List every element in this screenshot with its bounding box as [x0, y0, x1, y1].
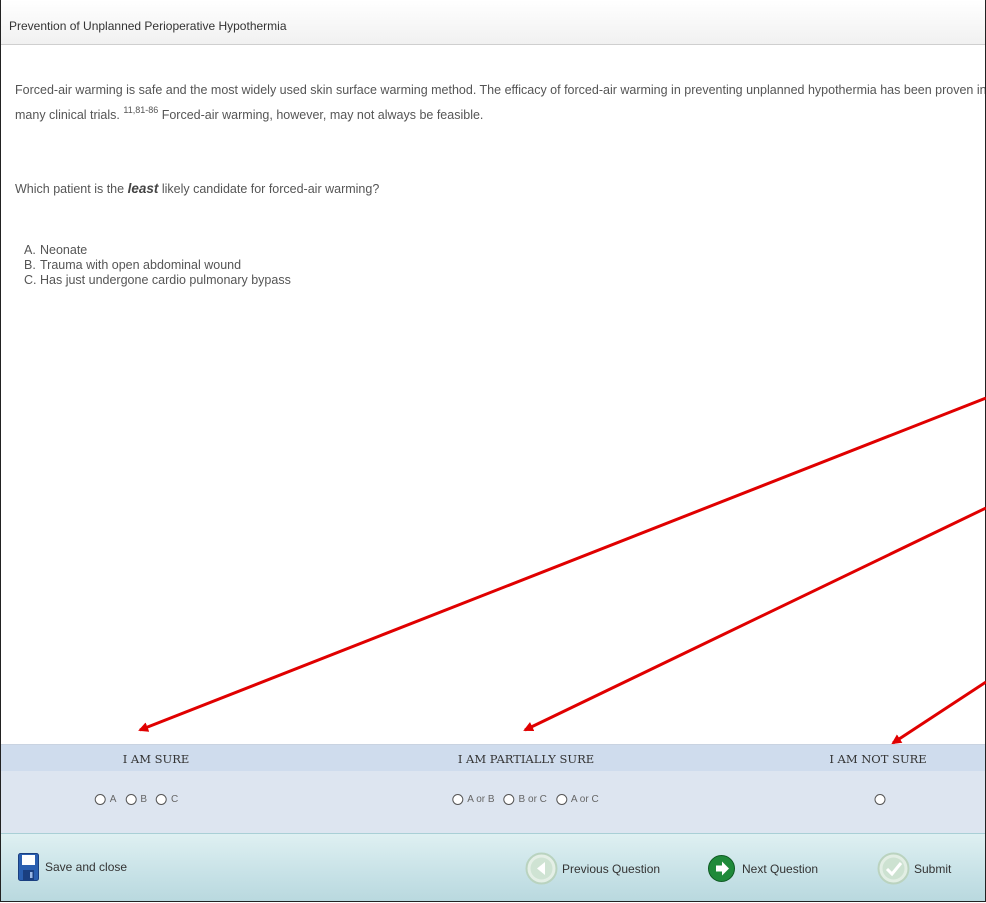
question-suffix: likely candidate for forced-air warming? — [158, 182, 380, 196]
submit-button[interactable]: Submit — [877, 852, 951, 885]
checkmark-circle-icon — [877, 852, 910, 885]
intro-text-part2: Forced-air warming, however, may not alw… — [158, 108, 484, 122]
next-question-label: Next Question — [742, 861, 819, 876]
sure-radio-group: A B C — [94, 794, 188, 805]
question-emphasis: least — [127, 181, 159, 196]
confidence-header: I AM SURE I AM PARTIALLY SURE I AM NOT S… — [1, 745, 985, 771]
radio-sure-a[interactable] — [94, 794, 106, 805]
option-text: Has just undergone cardio pulmonary bypa… — [40, 273, 291, 287]
radio-label: A or C — [570, 794, 599, 805]
question-content: Forced-air warming is safe and the most … — [15, 80, 985, 287]
save-and-close-label: Save and close — [45, 860, 128, 874]
footer-toolbar: Save and close Previous Question Next Qu… — [1, 833, 985, 901]
previous-question-button[interactable]: Previous Question — [525, 852, 660, 885]
option-text: Neonate — [40, 243, 88, 257]
option-letter: A. — [24, 243, 36, 257]
arrow-right-circle-icon — [708, 855, 735, 882]
radio-partial-a-or-c[interactable] — [555, 794, 567, 805]
answer-options-list: A. Neonate B. Trauma with open abdominal w… — [24, 243, 291, 288]
option-item: A. Neonate — [24, 243, 291, 258]
window-title: Prevention of Unplanned Perioperative Hy… — [9, 19, 287, 33]
radio-label: B or C — [518, 794, 547, 805]
quiz-window: Prevention of Unplanned Perioperative Hy… — [0, 0, 986, 902]
option-letter: C. — [24, 273, 37, 287]
radio-label: B — [140, 794, 148, 805]
label-i-am-partially-sure: I AM PARTIALLY SURE — [457, 752, 595, 766]
previous-question-label: Previous Question — [562, 861, 661, 876]
floppy-disk-icon — [18, 853, 39, 881]
radio-partial-a-or-b[interactable] — [452, 794, 464, 805]
label-i-am-not-sure: I AM NOT SURE — [829, 752, 927, 766]
partially-sure-radio-group: A or B B or C A or C — [452, 794, 607, 805]
citation-superscript: 11,81-86 — [123, 105, 159, 115]
radio-label: A — [109, 794, 117, 805]
option-item: B. Trauma with open abdominal wound — [24, 258, 291, 273]
option-item: C. Has just undergone cardio pulmonary by… — [24, 273, 291, 288]
radio-label: A or B — [467, 794, 495, 805]
title-bar: Prevention of Unplanned Perioperative Hy… — [1, 0, 985, 45]
confidence-answer-panel: I AM SURE I AM PARTIALLY SURE I AM NOT S… — [1, 744, 985, 833]
radio-sure-c[interactable] — [156, 794, 168, 805]
intro-paragraph: Forced-air warming is safe and the most … — [15, 80, 985, 125]
next-question-button[interactable]: Next Question — [705, 852, 818, 885]
radio-not-sure[interactable] — [874, 794, 886, 805]
label-i-am-sure: I AM SURE — [122, 752, 190, 766]
save-and-close-button[interactable]: Save and close — [18, 853, 127, 881]
question-text: Which patient is the least likely candid… — [15, 181, 379, 196]
radio-sure-b[interactable] — [125, 794, 137, 805]
arrow-left-circle-icon — [525, 852, 558, 885]
question-prefix: Which patient is the — [15, 182, 128, 196]
radio-label: C — [171, 794, 179, 805]
option-letter: B. — [24, 258, 36, 272]
not-sure-radio-group — [874, 794, 890, 805]
option-text: Trauma with open abdominal wound — [40, 258, 242, 272]
radio-partial-b-or-c[interactable] — [503, 794, 515, 805]
submit-label: Submit — [914, 861, 952, 876]
